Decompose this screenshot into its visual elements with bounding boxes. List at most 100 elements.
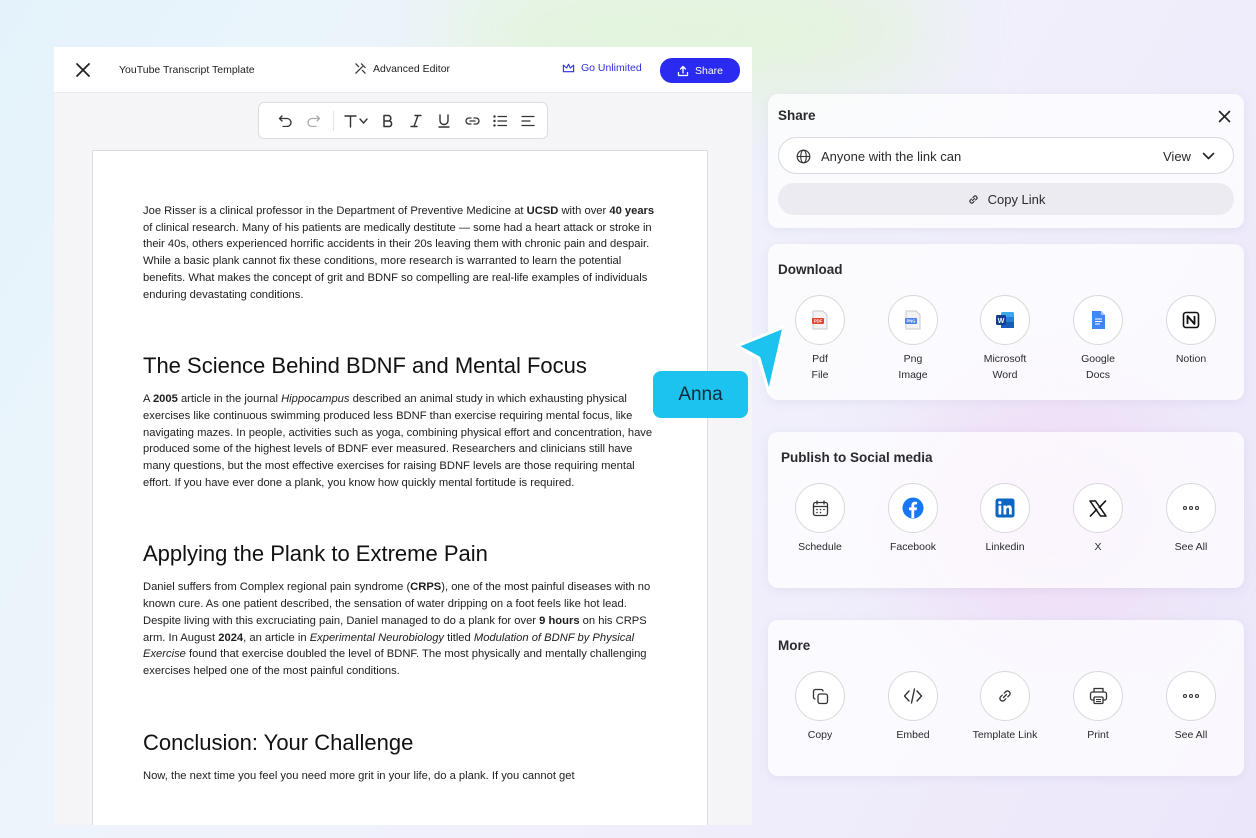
svg-text:W: W — [998, 318, 1005, 325]
link-access-select[interactable]: Anyone with the link can View — [778, 137, 1234, 174]
align-button[interactable] — [514, 107, 542, 135]
option-circle — [980, 671, 1030, 721]
download-pdf-option[interactable]: PDF Pdf File — [780, 295, 860, 383]
underline-button[interactable] — [430, 107, 458, 135]
align-left-icon — [521, 115, 535, 126]
schedule-option[interactable]: Schedule — [780, 483, 860, 555]
editor-window: YouTube Transcript Template Advanced Edi… — [54, 47, 752, 825]
download-png-option[interactable]: PNG Png Image — [873, 295, 953, 383]
chevron-down-icon — [1202, 152, 1215, 160]
more-see-all-option[interactable]: See All — [1151, 671, 1231, 743]
undo-button[interactable] — [271, 107, 299, 135]
template-link-option[interactable]: Template Link — [965, 671, 1045, 743]
download-google-docs-option[interactable]: Google Docs — [1058, 295, 1138, 383]
linkedin-option[interactable]: Linkedin — [965, 483, 1045, 555]
x-icon — [1089, 499, 1107, 517]
link-icon — [464, 116, 480, 125]
option-label: See All — [1174, 541, 1208, 553]
toolbar-divider — [333, 110, 334, 131]
option-label: Microsoft Word — [983, 353, 1027, 381]
heading-science: The Science Behind BDNF and Mental Focus — [143, 353, 587, 379]
permission-value[interactable]: View — [1163, 149, 1191, 164]
social-panel-title: Publish to Social media — [781, 450, 933, 465]
advanced-editor-button[interactable]: Advanced Editor — [354, 62, 450, 75]
option-circle — [1166, 671, 1216, 721]
more-panel-title: More — [778, 638, 811, 653]
text-style-dropdown[interactable] — [340, 107, 374, 135]
download-panel-title: Download — [778, 262, 843, 277]
social-panel: Publish to Social media Schedule Faceboo… — [768, 432, 1244, 588]
heading-conclusion: Conclusion: Your Challenge — [143, 729, 414, 755]
microsoft-word-icon: W — [996, 312, 1014, 328]
download-panel: Download PDF Pdf File PNG Png Image W Mi… — [768, 244, 1244, 400]
link-icon — [968, 194, 978, 204]
collaborator-name-tag: Anna — [653, 371, 748, 418]
copy-link-button[interactable]: Copy Link — [778, 183, 1234, 215]
embed-option[interactable]: Embed — [873, 671, 953, 743]
option-label: Linkedin — [985, 541, 1025, 553]
bold-button[interactable] — [374, 107, 402, 135]
copy-link-label: Copy Link — [987, 191, 1046, 207]
pdf-file-icon: PDF — [812, 310, 828, 330]
embed-code-icon — [903, 688, 923, 704]
close-icon[interactable] — [74, 61, 92, 79]
italic-icon — [410, 114, 422, 127]
option-label: Embed — [896, 729, 930, 741]
print-option[interactable]: Print — [1058, 671, 1138, 743]
share-button[interactable]: Share — [660, 58, 740, 83]
redo-button[interactable] — [299, 107, 327, 135]
option-circle: PNG — [888, 295, 938, 345]
advanced-editor-label: Advanced Editor — [373, 62, 451, 75]
linkedin-icon — [995, 498, 1015, 518]
underline-icon — [438, 113, 450, 128]
share-button-label: Share — [694, 64, 724, 77]
close-icon[interactable] — [1218, 110, 1231, 123]
option-circle — [1166, 295, 1216, 345]
italic-button[interactable] — [402, 107, 430, 135]
format-toolbar — [258, 102, 548, 139]
notion-icon — [1182, 311, 1200, 329]
magic-tools-icon — [355, 63, 366, 74]
copy-option[interactable]: Copy — [780, 671, 860, 743]
option-label: Schedule — [798, 541, 842, 553]
paragraph-intro: Joe Risser is a clinical professor in th… — [143, 205, 655, 301]
bullet-list-button[interactable] — [486, 107, 514, 135]
link-access-text: Anyone with the link can — [821, 149, 962, 164]
editor-topbar: YouTube Transcript Template Advanced Edi… — [54, 47, 752, 93]
redo-icon — [306, 115, 320, 127]
png-image-icon: PNG — [905, 310, 921, 330]
crown-icon — [562, 63, 575, 73]
document-body[interactable]: Joe Risser is a clinical professor in th… — [143, 203, 655, 784]
document-page[interactable]: Joe Risser is a clinical professor in th… — [92, 150, 708, 825]
bold-icon — [383, 114, 393, 127]
x-option[interactable]: X — [1058, 483, 1138, 555]
option-label: Png Image — [898, 353, 928, 381]
link-icon — [999, 690, 1011, 702]
list-icon — [493, 114, 507, 127]
facebook-option[interactable]: Facebook — [873, 483, 953, 555]
option-label: X — [1094, 541, 1102, 553]
social-see-all-option[interactable]: See All — [1151, 483, 1231, 555]
link-button[interactable] — [458, 107, 486, 135]
option-circle — [795, 483, 845, 533]
google-docs-icon — [1091, 311, 1105, 329]
option-label: See All — [1174, 729, 1208, 741]
option-label: Copy — [807, 729, 833, 741]
share-panel: Share Anyone with the link can View Copy… — [768, 94, 1244, 228]
go-unlimited-link[interactable]: Go Unlimited — [562, 62, 642, 74]
paragraph-science: A 2005 article in the journal Hippocampu… — [143, 393, 653, 489]
option-circle — [1073, 671, 1123, 721]
option-circle — [888, 671, 938, 721]
download-notion-option[interactable]: Notion — [1151, 295, 1231, 367]
text-type-icon — [344, 114, 368, 128]
option-circle — [795, 671, 845, 721]
option-label: Facebook — [889, 541, 937, 553]
go-unlimited-label: Go Unlimited — [581, 62, 642, 74]
globe-icon — [796, 149, 811, 164]
option-circle — [1073, 295, 1123, 345]
upload-icon — [677, 65, 689, 76]
more-icon — [1182, 505, 1200, 511]
option-circle: PDF — [795, 295, 845, 345]
download-word-option[interactable]: W Microsoft Word — [965, 295, 1045, 383]
option-circle — [1073, 483, 1123, 533]
